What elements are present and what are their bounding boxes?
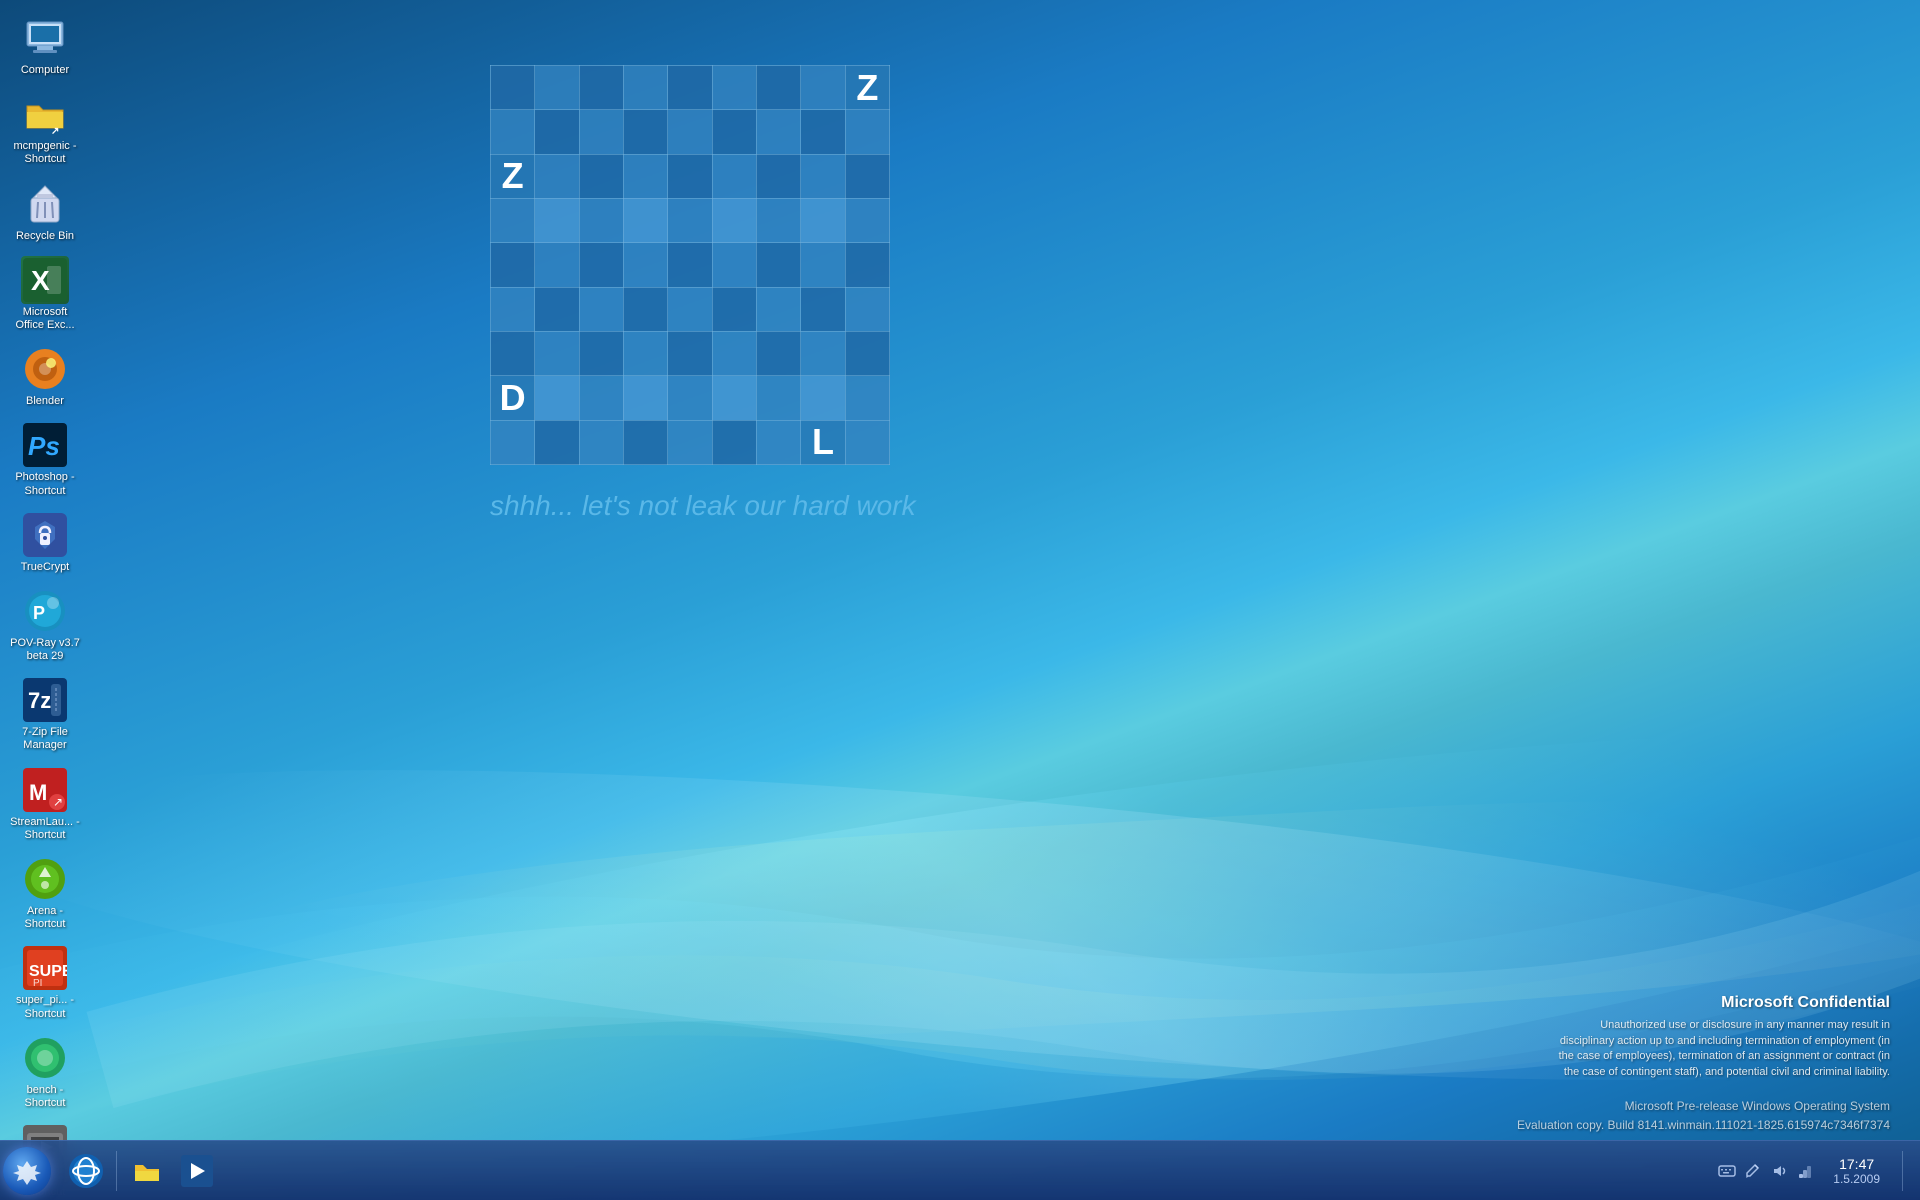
arena-label: Arena - Shortcut — [9, 905, 81, 931]
desktop-icon-povray[interactable]: P POV-Ray v3.7 beta 29 — [5, 583, 85, 667]
svg-text:Ps: Ps — [28, 431, 60, 461]
recycle-label: Recycle Bin — [16, 230, 74, 243]
system-clock[interactable]: 17:47 1.5.2009 — [1823, 1152, 1890, 1190]
confidential-title: Microsoft Confidential — [1550, 994, 1890, 1012]
truecrypt-icon — [21, 511, 69, 559]
bench-icon — [21, 1034, 69, 1082]
desktop-icon-blender[interactable]: Blender — [5, 341, 85, 412]
desktop: Computer ↗ mcmpgenic - Shortcut — [0, 0, 1920, 1200]
taskbar: 17:47 1.5.2009 — [0, 1140, 1920, 1200]
build-line1: Microsoft Pre-release Windows Operating … — [1517, 1097, 1890, 1116]
start-button[interactable] — [0, 1141, 54, 1200]
tray-speaker-icon[interactable] — [1769, 1161, 1789, 1181]
folder-shortcut-icon: ↗ — [21, 90, 69, 138]
7zip-label: 7-Zip File Manager — [9, 726, 81, 752]
povray-icon: P — [21, 587, 69, 635]
desktop-icon-streamlauncher[interactable]: M ↗ StreamLau... - Shortcut — [5, 762, 85, 846]
svg-text:P: P — [33, 603, 45, 623]
desktop-icon-superpi[interactable]: SUPER PI super_pi... - Shortcut — [5, 940, 85, 1024]
desktop-icon-photoshop[interactable]: Ps Photoshop - Shortcut — [5, 417, 85, 501]
desktop-icon-area: Computer ↗ mcmpgenic - Shortcut — [5, 10, 85, 1200]
svg-text:M: M — [29, 780, 47, 805]
computer-icon — [21, 14, 69, 62]
povray-label: POV-Ray v3.7 beta 29 — [9, 637, 81, 663]
show-desktop-button[interactable] — [1902, 1151, 1912, 1191]
svg-text:↗: ↗ — [53, 795, 63, 809]
tray-pen-icon[interactable] — [1743, 1161, 1763, 1181]
streamlauncher-label: StreamLau... - Shortcut — [9, 816, 81, 842]
photoshop-icon: Ps — [21, 421, 69, 469]
superpi-icon: SUPER PI — [21, 944, 69, 992]
build-info: Microsoft Pre-release Windows Operating … — [1517, 1097, 1890, 1135]
desktop-icon-computer[interactable]: Computer — [5, 10, 85, 81]
tray-keyboard-icon[interactable] — [1717, 1161, 1737, 1181]
desktop-icon-arena[interactable]: Arena - Shortcut — [5, 851, 85, 935]
blender-icon — [21, 345, 69, 393]
photoshop-label: Photoshop - Shortcut — [9, 471, 81, 497]
tray-network-icon[interactable] — [1795, 1161, 1815, 1181]
mcmpgenic-label: mcmpgenic - Shortcut — [9, 140, 81, 166]
desktop-icon-excel[interactable]: X Microsoft Office Exc... — [5, 252, 85, 336]
tagline-text: shhh... let's not leak our hard work — [490, 490, 916, 522]
svg-text:7z: 7z — [28, 688, 51, 713]
aero-waves — [0, 740, 1920, 1140]
desktop-icon-truecrypt[interactable]: TrueCrypt — [5, 507, 85, 578]
quick-launch — [62, 1151, 221, 1191]
confidential-text: Unauthorized use or disclosure in any ma… — [1550, 1018, 1890, 1080]
svg-text:↗: ↗ — [51, 126, 59, 136]
start-orb[interactable] — [3, 1147, 51, 1195]
desktop-icon-mcmpgenic[interactable]: ↗ mcmpgenic - Shortcut — [5, 86, 85, 170]
confidential-notice: Microsoft Confidential Unauthorized use … — [1550, 994, 1890, 1080]
recycle-bin-icon — [21, 180, 69, 228]
excel-icon: X — [21, 256, 69, 304]
superpi-label: super_pi... - Shortcut — [9, 994, 81, 1020]
bench-label: bench - Shortcut — [9, 1084, 81, 1110]
tray-icon-group — [1717, 1161, 1815, 1181]
excel-label: Microsoft Office Exc... — [9, 306, 81, 332]
desktop-icon-bench[interactable]: bench - Shortcut — [5, 1030, 85, 1114]
benchmark-grid: Z Z — [490, 65, 890, 465]
streamlauncher-icon: M ↗ — [21, 766, 69, 814]
7zip-icon: 7z — [21, 676, 69, 724]
svg-text:PI: PI — [33, 978, 42, 989]
blender-label: Blender — [26, 395, 64, 408]
desktop-icon-recycle[interactable]: Recycle Bin — [5, 176, 85, 247]
clock-time: 17:47 — [1839, 1156, 1874, 1172]
build-line2: Evaluation copy. Build 8141.winmain.1110… — [1517, 1116, 1890, 1135]
quick-launch-separator — [116, 1151, 117, 1191]
clock-date: 1.5.2009 — [1833, 1172, 1880, 1186]
system-tray: 17:47 1.5.2009 — [1709, 1151, 1920, 1191]
grid-table: Z Z — [490, 65, 890, 465]
truecrypt-label: TrueCrypt — [21, 561, 70, 574]
computer-label: Computer — [21, 64, 69, 77]
arena-icon — [21, 855, 69, 903]
taskbar-explorer-button[interactable] — [127, 1151, 167, 1191]
taskbar-ie-button[interactable] — [66, 1151, 106, 1191]
taskbar-media-button[interactable] — [177, 1151, 217, 1191]
desktop-icon-7zip[interactable]: 7z 7-Zip File Manager — [5, 672, 85, 756]
